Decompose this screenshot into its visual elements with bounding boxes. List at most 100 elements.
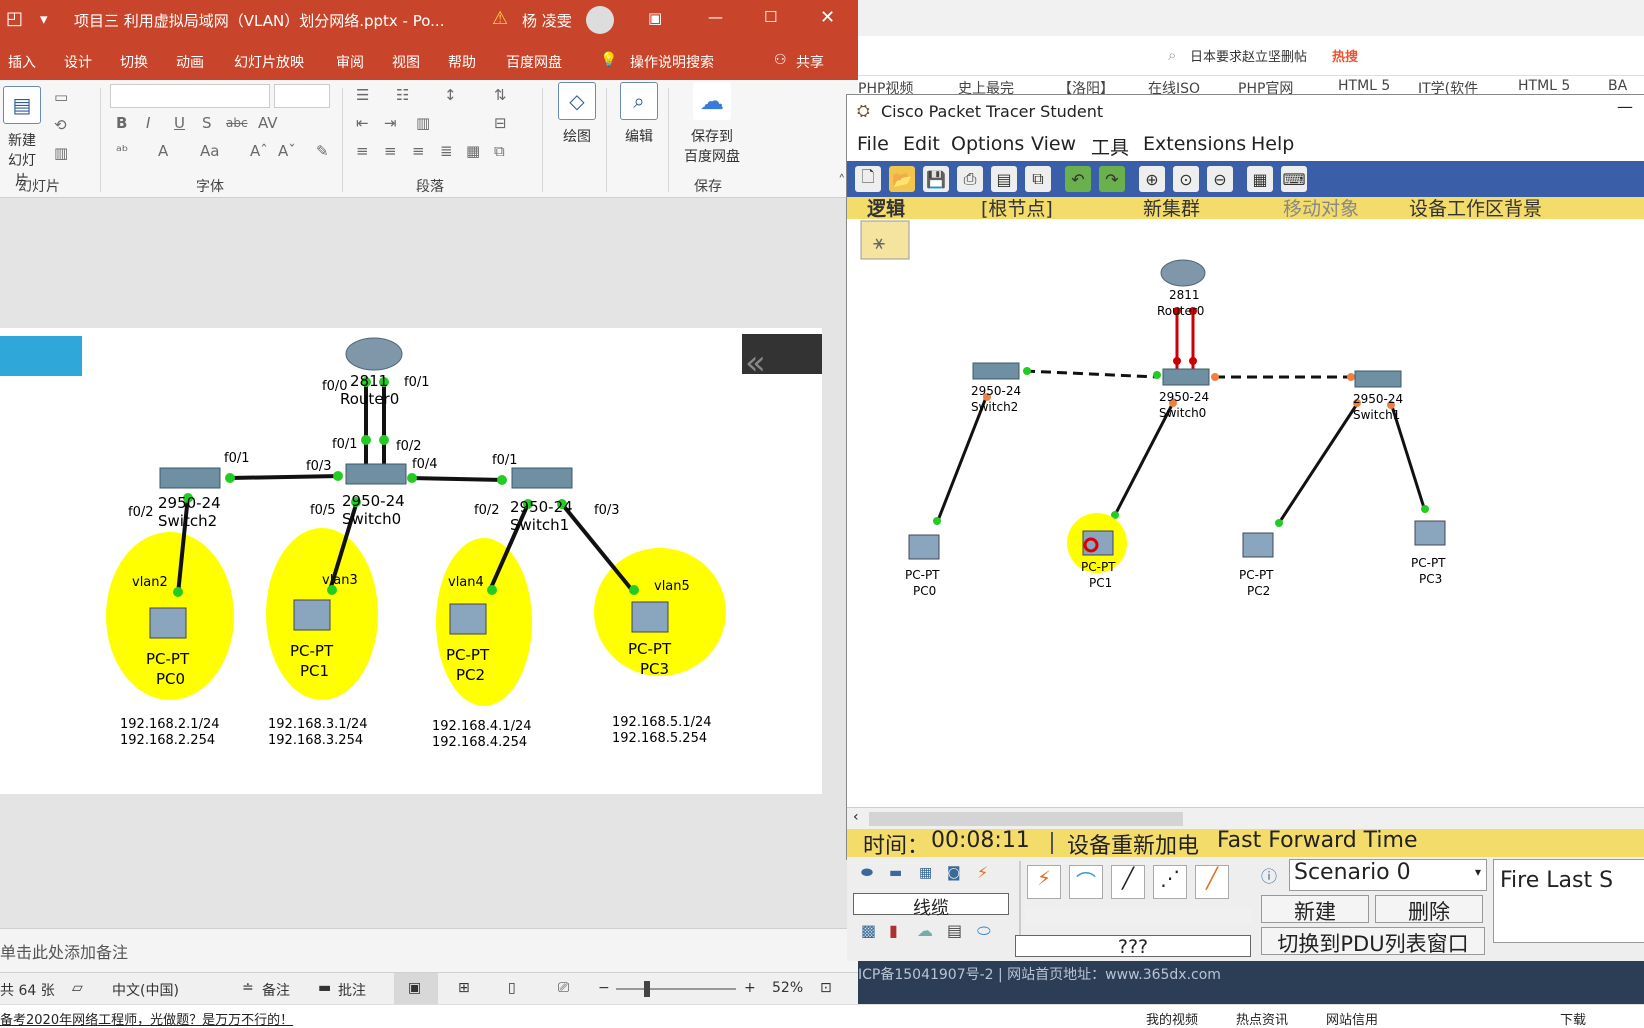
notes-placeholder[interactable]: 单击此处添加备注 (0, 943, 128, 962)
notes-button[interactable]: 备注 (262, 980, 290, 1000)
ticker-item[interactable]: 网站信用 (1326, 1009, 1378, 1028)
menu-extensions[interactable]: Extensions (1143, 133, 1246, 155)
ticker-item[interactable]: 我的视频 (1146, 1009, 1198, 1028)
menu-view[interactable]: View (1031, 133, 1076, 155)
minimize-icon[interactable]: — (1617, 97, 1633, 116)
menu-edit[interactable]: Edit (903, 133, 940, 155)
bookmark-item[interactable]: BA (1608, 78, 1627, 94)
router-icon[interactable] (1160, 259, 1206, 287)
align-right-icon[interactable]: ≡ (412, 142, 425, 160)
accessibility-icon[interactable]: ▱ (72, 980, 83, 996)
edit-button[interactable]: ⌕ 编辑 (614, 82, 664, 146)
end-device-icon[interactable]: ▩ (861, 921, 876, 940)
numbering-icon[interactable]: ☷ (396, 86, 409, 104)
fiber-cable-icon[interactable]: ╱ (1195, 865, 1229, 899)
draw-button[interactable]: ◇ 绘图 (552, 82, 602, 146)
security-icon[interactable]: ▮ (889, 921, 898, 940)
layout-icon[interactable]: ▭ (54, 88, 68, 106)
font-color-icon[interactable]: A (158, 142, 168, 160)
scroll-left-icon[interactable]: ‹ (853, 809, 859, 825)
console-cable-icon[interactable]: ⌒ (1069, 865, 1103, 899)
tab-animations[interactable]: 动画 (176, 52, 204, 72)
line-spacing-icon[interactable]: ↕ (444, 86, 457, 104)
switch-icon[interactable] (972, 362, 1020, 380)
ticker-item[interactable]: 下载 (1560, 1009, 1586, 1028)
tell-me-search[interactable]: 操作说明搜索 (630, 52, 714, 72)
collapse-ribbon-icon[interactable]: ˄ (838, 172, 846, 190)
pc-icon[interactable] (908, 534, 940, 560)
hub-category-icon[interactable]: ▦ (919, 865, 932, 881)
redo-icon[interactable]: ↷ (1099, 166, 1125, 192)
connections-category-icon[interactable]: ⚡ (977, 863, 988, 882)
ticker-item[interactable]: 热点资讯 (1236, 1009, 1288, 1028)
decrease-indent-icon[interactable]: ⇤ (356, 114, 369, 132)
custom-device-icon[interactable]: ▤ (947, 921, 962, 940)
bookmark-item[interactable]: HTML 5 (1518, 78, 1570, 94)
warning-icon[interactable]: ⚠ (492, 8, 508, 29)
browser-search-text[interactable]: 日本要求赵立坚删帖 (1190, 46, 1307, 65)
tab-root[interactable]: [根节点] (981, 194, 1053, 221)
tab-logical[interactable]: 逻辑 (867, 194, 905, 221)
columns-icon[interactable]: ▥ (416, 114, 430, 132)
scenario-select[interactable]: Scenario 0 (1289, 859, 1487, 891)
font-size-dropdown[interactable] (274, 84, 330, 108)
tab-transitions[interactable]: 切换 (120, 52, 148, 72)
tab-move-object[interactable]: 移动对象 (1283, 194, 1359, 221)
new-scenario-button[interactable]: 新建 (1261, 895, 1369, 924)
align-left-icon[interactable]: ≡ (356, 142, 369, 160)
menu-options[interactable]: Options (951, 133, 1024, 155)
tab-baidu[interactable]: 百度网盘 (506, 52, 562, 72)
cable-hscrollbar[interactable] (1025, 907, 1251, 925)
ppt-user-name[interactable]: 杨 凌雯 (522, 10, 572, 31)
multiuser-icon[interactable]: ⬭ (977, 921, 991, 941)
increase-indent-icon[interactable]: ⇥ (384, 114, 397, 132)
bookmark-item[interactable]: HTML 5 (1338, 78, 1390, 94)
reading-view-icon[interactable]: ▯ (508, 980, 516, 996)
tab-design[interactable]: 设计 (64, 52, 92, 72)
zoom-slider-thumb[interactable] (644, 981, 650, 997)
tab-workspace-background[interactable]: 设备工作区背景 (1409, 194, 1542, 221)
qat-dropdown-icon[interactable]: ▾ (40, 10, 48, 28)
bold-icon[interactable]: B (116, 114, 127, 132)
char-spacing-icon[interactable]: AV (258, 114, 278, 132)
menu-tools[interactable]: 工具 (1091, 133, 1129, 160)
tab-new-cluster[interactable]: 新集群 (1143, 194, 1200, 221)
workspace-hscrollbar[interactable]: ‹ (847, 807, 1644, 829)
scrollbar-thumb[interactable] (869, 812, 1183, 826)
slide-sorter-icon[interactable]: ⊞ (458, 980, 470, 996)
tab-review[interactable]: 审阅 (336, 52, 364, 72)
palette-icon[interactable]: ▦ (1247, 166, 1273, 192)
activity-wizard-icon[interactable]: ▤ (991, 166, 1017, 192)
switch-icon[interactable] (1162, 368, 1210, 386)
zoom-in-icon[interactable]: + (744, 980, 756, 996)
new-slide-button[interactable]: ▤ 新建 幻灯片 (2, 86, 42, 190)
tab-slideshow[interactable]: 幻灯片放映 (234, 52, 304, 72)
power-cycle-button[interactable]: 设备重新加电 (1067, 828, 1199, 860)
zoom-slider[interactable] (616, 988, 736, 990)
zoom-level[interactable]: 52% (772, 980, 803, 996)
shadow-icon[interactable]: S (202, 114, 212, 132)
minimize-icon[interactable]: — (708, 8, 723, 26)
fit-to-window-icon[interactable]: ⊡ (820, 980, 832, 996)
shrink-font-icon[interactable]: Aˇ (278, 142, 296, 160)
clear-format-icon[interactable]: ᵃᵇ (116, 142, 128, 160)
distribute-icon[interactable]: ▦ (466, 142, 480, 160)
chevron-down-icon[interactable]: ▾ (1475, 865, 1481, 879)
tab-view[interactable]: 视图 (392, 52, 420, 72)
font-name-dropdown[interactable] (110, 84, 270, 108)
switch-icon[interactable] (1354, 370, 1402, 388)
wireless-category-icon[interactable]: ◙ (947, 865, 961, 881)
new-file-icon[interactable]: 🗋 (855, 166, 881, 192)
fast-forward-button[interactable]: Fast Forward Time (1217, 828, 1418, 853)
change-case-icon[interactable]: Aa (200, 142, 219, 160)
toggle-pdu-list-button[interactable]: 切换到PDU列表窗口 (1261, 927, 1485, 956)
text-direction-icon[interactable]: ⇅ (494, 86, 507, 104)
save-icon[interactable]: 💾 (923, 166, 949, 192)
delete-scenario-button[interactable]: 删除 (1375, 895, 1483, 924)
notes-pane[interactable]: 单击此处添加备注 (0, 928, 858, 972)
eraser-icon[interactable]: ✎ (316, 142, 329, 160)
open-folder-icon[interactable]: 📂 (889, 166, 915, 192)
pc-icon[interactable] (1242, 532, 1274, 558)
menu-file[interactable]: File (857, 133, 889, 155)
wan-emulation-icon[interactable]: ☁ (917, 921, 933, 940)
